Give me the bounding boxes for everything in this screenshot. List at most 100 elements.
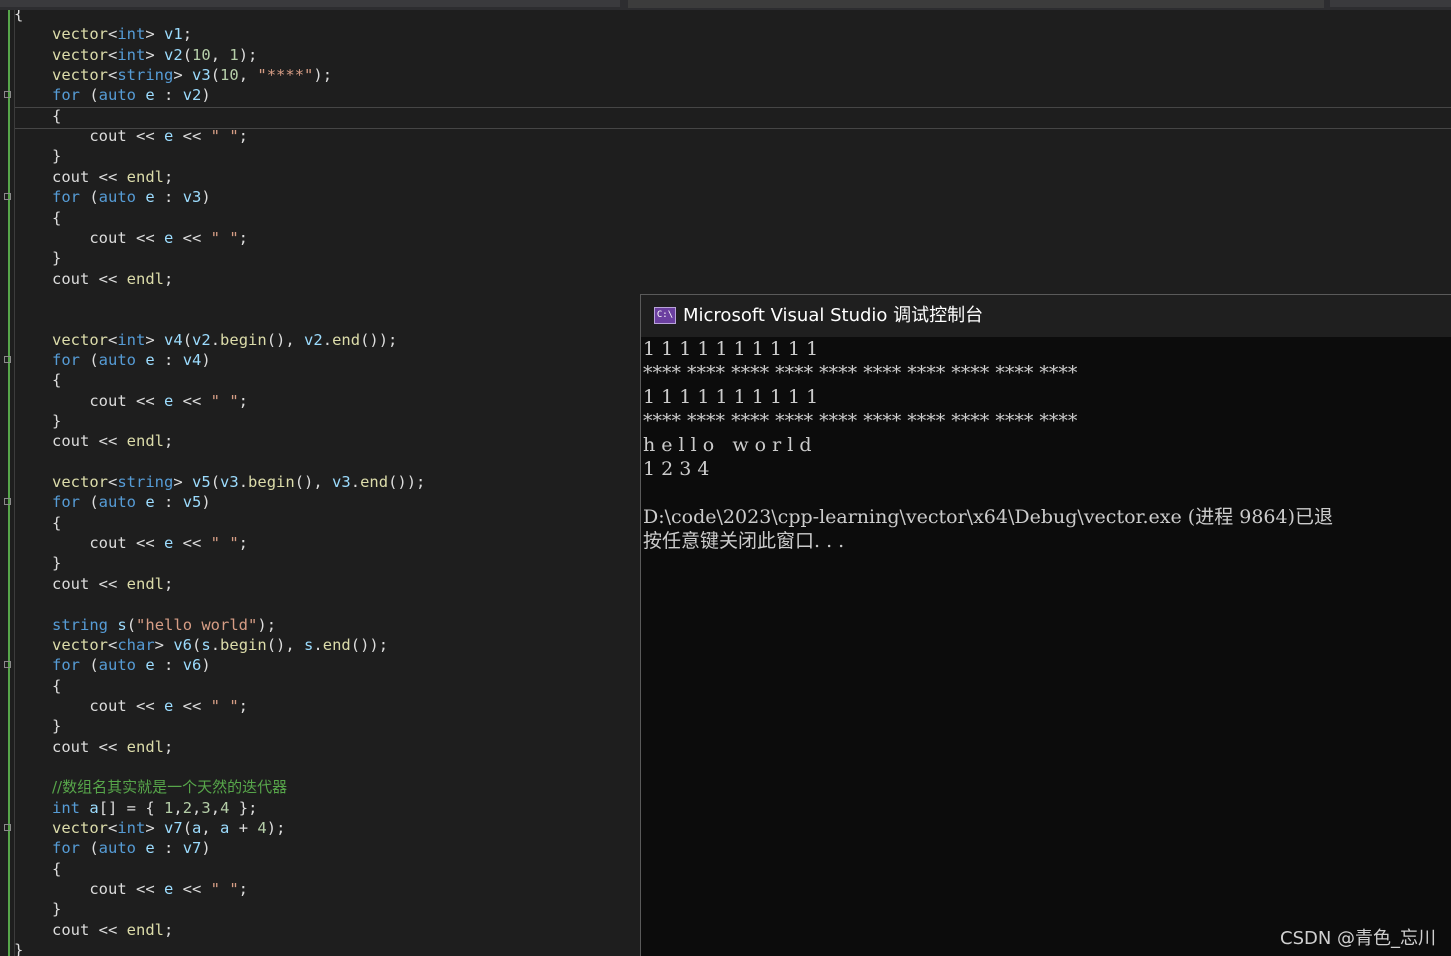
- code-token: (: [80, 86, 99, 105]
- code-line[interactable]: }: [0, 146, 1451, 166]
- code-token: );: [257, 615, 277, 634]
- code-token: ;: [238, 696, 248, 715]
- console-app-icon: C:\: [654, 307, 676, 324]
- code-text: for (auto e : v4): [52, 350, 211, 370]
- code-token: ());: [360, 330, 398, 349]
- code-line[interactable]: vector<int> v1;: [0, 24, 1451, 44]
- code-token: vector: [52, 819, 108, 837]
- code-text: string s("hello world");: [52, 615, 276, 635]
- console-titlebar[interactable]: C:\ Microsoft Visual Studio 调试控制台: [641, 295, 1451, 337]
- code-token: ): [201, 188, 211, 207]
- code-text: vector<string> v5(v3.begin(), v3.end());: [52, 472, 425, 492]
- code-line[interactable]: cout << e << " ";: [0, 126, 1451, 146]
- code-token: for: [52, 839, 80, 858]
- console-output-line: D:\code\2023\cpp-learning\vector\x64\Deb…: [643, 506, 1334, 528]
- code-token: (: [80, 839, 99, 858]
- code-token: begin: [248, 473, 295, 492]
- code-token: ,: [210, 45, 230, 64]
- code-line[interactable]: cout << e << " ";: [0, 228, 1451, 248]
- code-token: );: [313, 66, 333, 85]
- code-line[interactable]: for (auto e : v3): [0, 187, 1451, 207]
- code-token: };: [229, 798, 258, 817]
- code-token: 1: [164, 798, 174, 817]
- code-token: e: [163, 391, 174, 410]
- code-token: ): [201, 656, 211, 675]
- code-token: v4: [164, 330, 183, 349]
- code-token: ;: [238, 228, 248, 247]
- csdn-watermark: CSDN @青色_忘川: [1280, 928, 1437, 949]
- code-token: {: [52, 208, 62, 227]
- code-token: end: [332, 330, 361, 349]
- code-token: v7: [182, 839, 202, 858]
- code-token: 1: [229, 45, 239, 64]
- code-line[interactable]: {: [0, 208, 1451, 228]
- code-token: cout <<: [52, 737, 127, 756]
- console-output-line: 按任意键关闭此窗口. . .: [643, 530, 845, 552]
- code-token: <: [108, 25, 118, 44]
- code-line[interactable]: cout << endl;: [0, 167, 1451, 187]
- code-token: (: [80, 493, 99, 512]
- fold-toggle-icon[interactable]: [4, 498, 11, 506]
- code-text: cout << e << " ";: [52, 126, 248, 146]
- code-token: (: [182, 330, 193, 349]
- fold-toggle-icon[interactable]: [4, 824, 11, 831]
- code-line[interactable]: cout << endl;: [0, 269, 1451, 289]
- code-token: <<: [173, 391, 211, 410]
- code-token: {: [14, 10, 24, 23]
- code-token: cout <<: [52, 534, 164, 553]
- code-token: for: [52, 188, 80, 207]
- console-output-line: h e l l o w o r l d: [643, 434, 812, 456]
- code-token: {: [52, 106, 62, 125]
- code-token: a: [220, 819, 230, 837]
- code-token: e: [163, 228, 174, 247]
- code-text: {: [52, 859, 61, 879]
- code-line[interactable]: }: [0, 248, 1451, 268]
- code-token: vector: [52, 25, 108, 44]
- code-token: 2: [182, 798, 193, 817]
- code-token: );: [238, 45, 258, 64]
- code-text: vector<int> v7(a, a + 4);: [52, 818, 285, 838]
- code-text: cout << e << " ";: [52, 533, 248, 553]
- debug-console-window[interactable]: C:\ Microsoft Visual Studio 调试控制台 1 1 1 …: [640, 294, 1451, 956]
- code-token: e: [145, 86, 155, 105]
- code-token: (),: [294, 473, 333, 492]
- code-token: >: [173, 66, 193, 85]
- code-token: int: [52, 798, 80, 817]
- code-token: endl: [126, 737, 164, 756]
- code-token: v3: [192, 66, 211, 85]
- code-line[interactable]: {: [0, 106, 1451, 126]
- code-token: >: [145, 45, 165, 64]
- fold-toggle-icon[interactable]: [4, 355, 11, 363]
- code-text: cout << endl;: [52, 431, 173, 451]
- code-token: v2: [192, 330, 211, 349]
- fold-toggle-icon[interactable]: [4, 661, 11, 669]
- code-token: ): [201, 350, 211, 369]
- code-text: cout << endl;: [52, 167, 173, 187]
- code-token: (: [126, 615, 137, 634]
- code-token: cout <<: [52, 228, 164, 247]
- code-token: .: [350, 473, 361, 492]
- code-token: " ": [210, 880, 239, 899]
- code-token: e: [163, 696, 174, 715]
- code-token: endl: [126, 269, 164, 288]
- code-token: :: [154, 350, 183, 369]
- code-token: >: [145, 25, 165, 44]
- code-token: 3: [201, 798, 211, 817]
- code-token: +: [229, 819, 258, 837]
- fold-toggle-icon[interactable]: [4, 91, 11, 99]
- code-text: {: [52, 676, 61, 696]
- code-token: .: [322, 330, 333, 349]
- code-line[interactable]: for (auto e : v2): [0, 85, 1451, 105]
- code-line[interactable]: {: [0, 10, 1451, 24]
- code-token: e: [145, 656, 155, 675]
- code-text: {: [52, 208, 61, 228]
- code-token: ): [201, 493, 211, 512]
- fold-toggle-icon[interactable]: [4, 193, 11, 201]
- code-token: {: [52, 513, 62, 532]
- code-token: }: [52, 412, 62, 430]
- code-line[interactable]: vector<string> v3(10, "****");: [0, 65, 1451, 85]
- code-line[interactable]: vector<int> v2(10, 1);: [0, 45, 1451, 65]
- toolbar-segment-right: [1330, 0, 1451, 7]
